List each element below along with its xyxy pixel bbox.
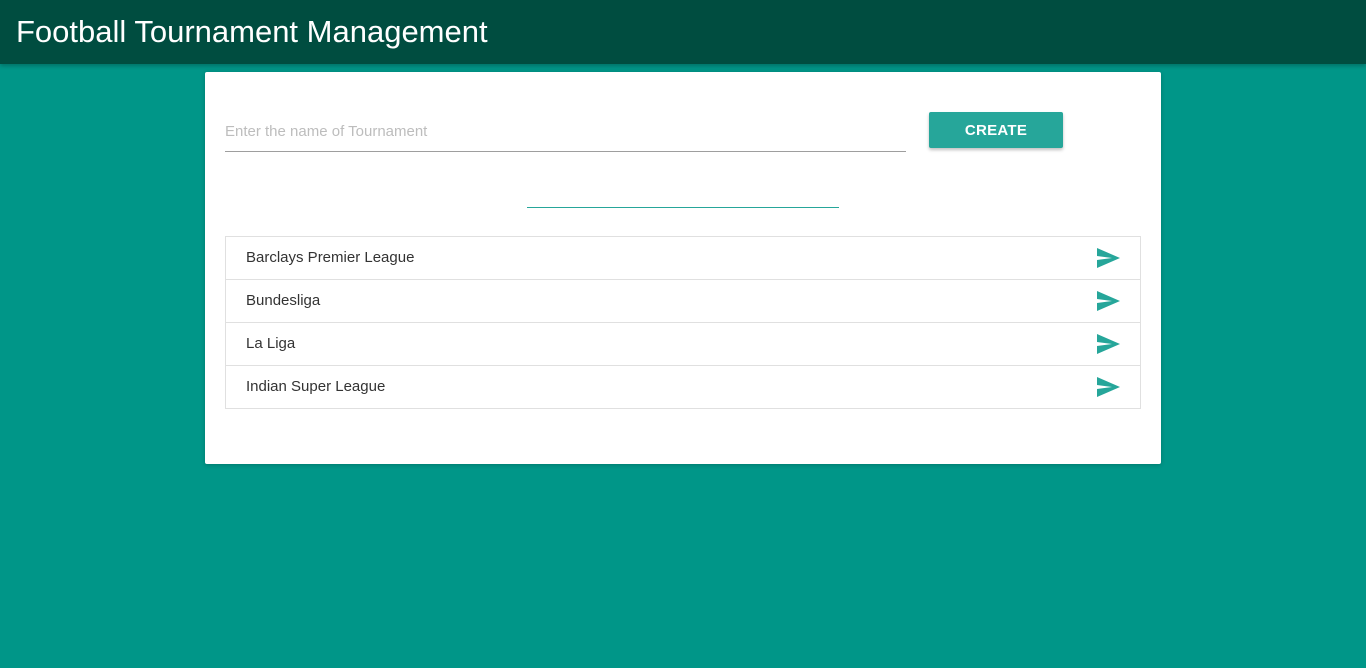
tournament-card: CREATE Barclays Premier League Bundeslig… (205, 72, 1161, 464)
list-item[interactable]: Barclays Premier League (226, 237, 1140, 280)
tournament-name-input[interactable] (225, 112, 906, 152)
send-icon[interactable] (1096, 248, 1120, 268)
tournament-name: Barclays Premier League (246, 249, 415, 266)
app-title: Football Tournament Management (16, 14, 488, 49)
send-icon[interactable] (1096, 334, 1120, 354)
list-item[interactable]: Bundesliga (226, 280, 1140, 323)
tournament-name: La Liga (246, 335, 296, 352)
list-item[interactable]: Indian Super League (226, 366, 1140, 408)
tournament-name: Bundesliga (246, 292, 321, 309)
tournament-list: Barclays Premier League Bundesliga La Li… (225, 236, 1141, 409)
tournament-name: Indian Super League (246, 378, 386, 395)
send-icon[interactable] (1096, 377, 1120, 397)
send-icon[interactable] (1096, 291, 1120, 311)
divider (527, 207, 839, 208)
app-bar: Football Tournament Management (0, 0, 1366, 64)
create-button[interactable]: CREATE (929, 112, 1063, 148)
list-item[interactable]: La Liga (226, 323, 1140, 366)
